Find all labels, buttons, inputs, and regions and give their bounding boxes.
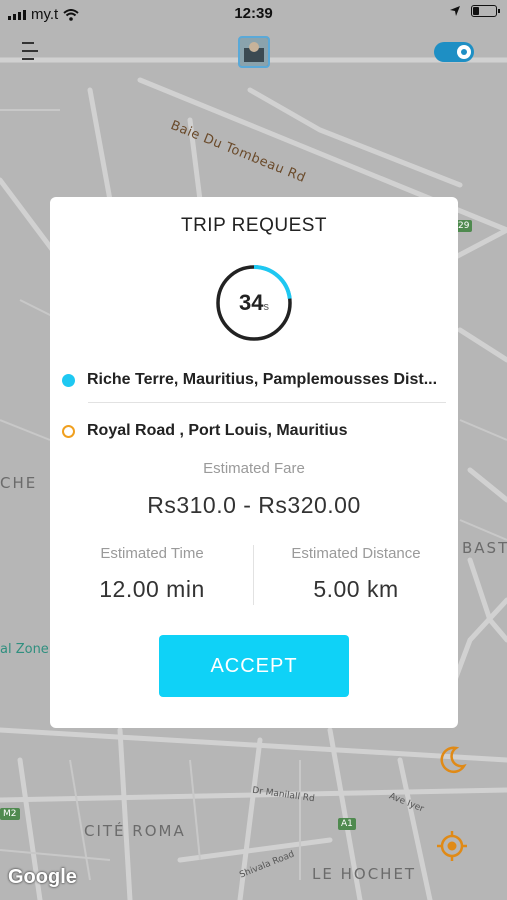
- trip-request-dialog: TRIP REQUEST 34s Riche Terre, Mauritius,…: [50, 197, 458, 728]
- online-toggle[interactable]: [434, 42, 474, 62]
- map-label-che: CHE: [0, 474, 38, 492]
- estimated-time: Estimated Time 12.00 min: [50, 545, 254, 603]
- menu-button[interactable]: [22, 38, 44, 64]
- battery-icon: [471, 5, 500, 17]
- map-route-badge-a1: A1: [338, 818, 356, 830]
- pickup-address: Riche Terre, Mauritius, Pamplemousses Di…: [87, 371, 438, 388]
- estimated-distance-label: Estimated Distance: [291, 545, 421, 562]
- fare-label: Estimated Fare: [203, 460, 305, 477]
- estimated-time-label: Estimated Time: [100, 545, 204, 562]
- status-time: 12:39: [234, 5, 273, 22]
- crosshair-icon: [437, 831, 467, 861]
- accept-button[interactable]: ACCEPT: [159, 635, 349, 697]
- fare-value: Rs310.0 - Rs320.00: [147, 492, 361, 518]
- recenter-location-button[interactable]: [436, 830, 468, 862]
- map-label-zone: al Zone: [0, 642, 49, 657]
- pickup-dot-icon: [62, 373, 75, 387]
- status-right: [449, 5, 500, 17]
- countdown-seconds: 34: [239, 290, 264, 315]
- estimated-time-value: 12.00 min: [99, 576, 205, 602]
- status-bar: my.t 12:39: [0, 0, 507, 28]
- dropoff-dot-icon: [62, 424, 75, 438]
- address-divider: [88, 402, 446, 403]
- driver-avatar[interactable]: [238, 36, 270, 68]
- dialog-title: TRIP REQUEST: [180, 215, 328, 236]
- map-label-cite-roma: CITÉ ROMA: [84, 822, 186, 840]
- pickup-row: Riche Terre, Mauritius, Pamplemousses Di…: [62, 367, 446, 393]
- map-route-badge-m2: M2: [0, 808, 20, 820]
- dropoff-row: Royal Road , Port Louis, Mauritius: [62, 418, 446, 444]
- google-attribution: Google: [8, 866, 77, 888]
- countdown-value: 34s: [215, 290, 293, 316]
- map-label-le-hochet: LE HOCHET: [312, 865, 417, 883]
- avatar-image: [240, 38, 268, 66]
- countdown-timer: 34s: [215, 264, 293, 342]
- top-bar: [0, 30, 507, 74]
- night-mode-button[interactable]: [436, 744, 468, 776]
- estimated-distance-value: 5.00 km: [313, 576, 399, 602]
- toggle-knob: [457, 45, 471, 59]
- estimated-distance: Estimated Distance 5.00 km: [254, 545, 458, 603]
- dropoff-address: Royal Road , Port Louis, Mauritius: [87, 422, 348, 439]
- location-arrow-icon: [450, 6, 460, 16]
- moon-icon: [440, 746, 467, 773]
- map-label-bast: BAST: [462, 539, 507, 557]
- countdown-unit: s: [263, 301, 269, 313]
